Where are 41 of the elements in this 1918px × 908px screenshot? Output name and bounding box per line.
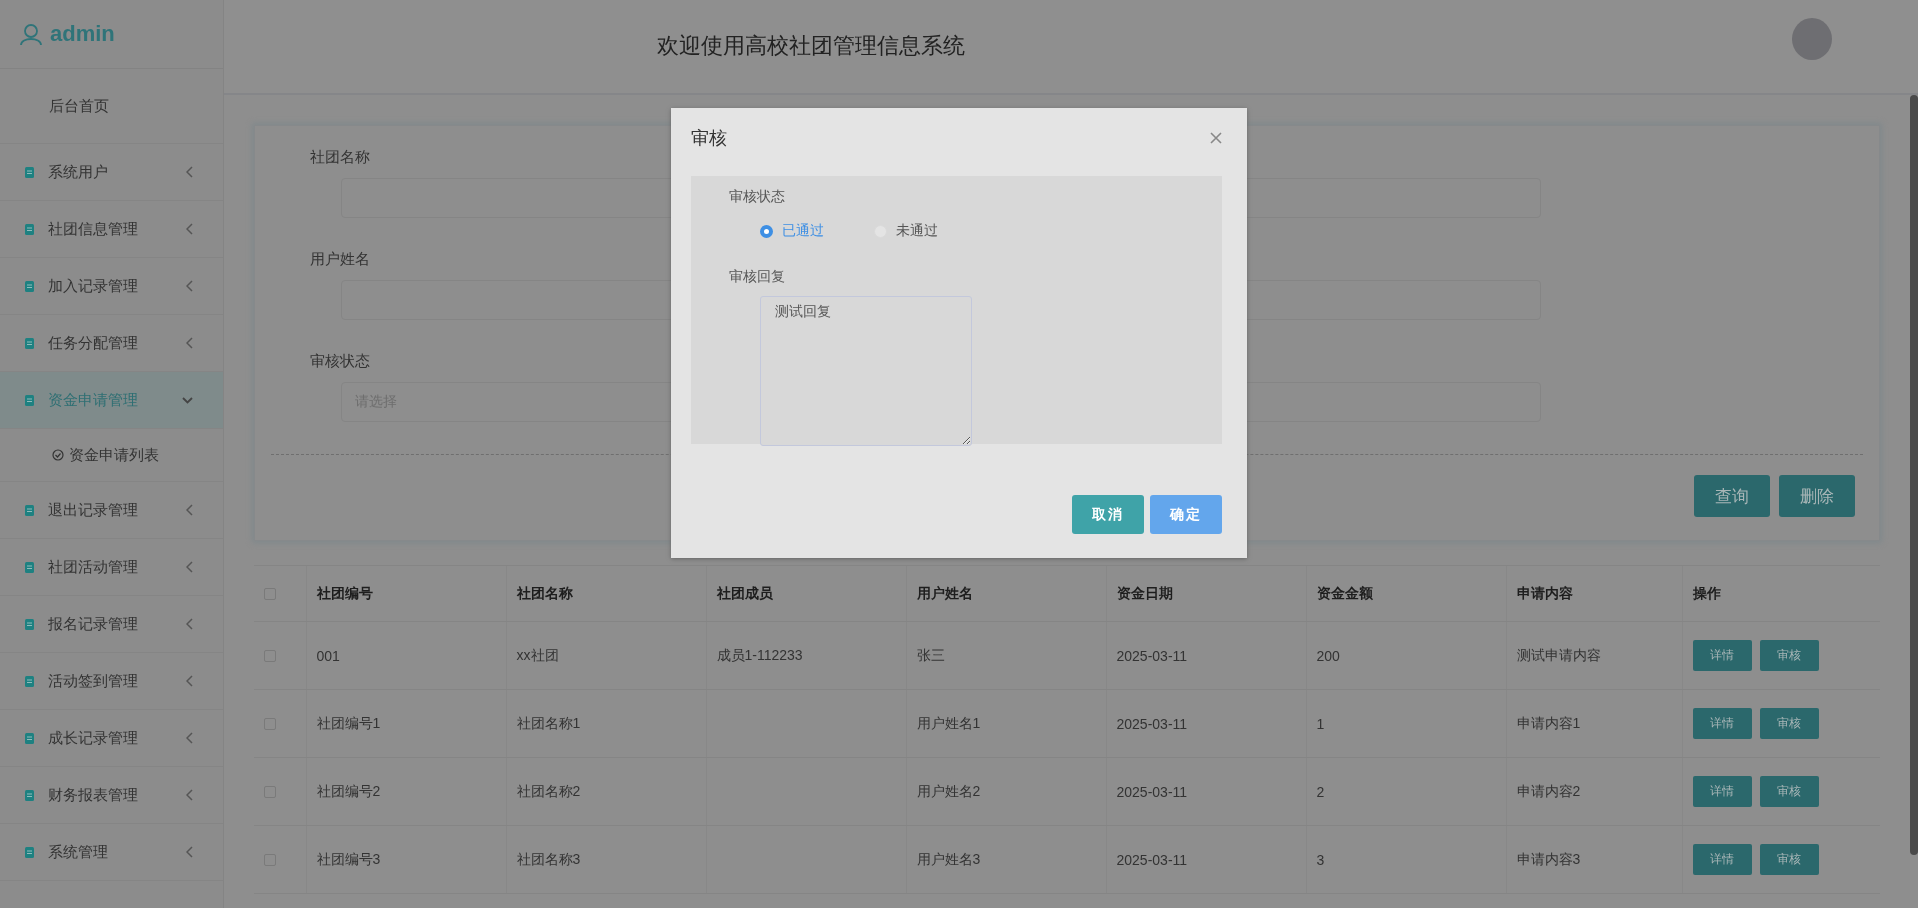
field-label: 审核状态 bbox=[310, 352, 371, 371]
column-header: 社团名称 bbox=[506, 565, 706, 622]
column-header: 操作 bbox=[1682, 565, 1880, 622]
table-cell: 2025-03-11 bbox=[1106, 757, 1306, 826]
table-cell: 成员1-112233 bbox=[706, 621, 906, 690]
table-cell: 2025-03-11 bbox=[1106, 621, 1306, 690]
table-cell: 2 bbox=[1306, 757, 1506, 826]
table-cell: 用户姓名2 bbox=[906, 757, 1106, 826]
table-cell: 用户姓名1 bbox=[906, 689, 1106, 758]
field-label: 社团名称 bbox=[310, 148, 371, 167]
table-cell: 3 bbox=[1306, 825, 1506, 894]
table-cell: 社团名称1 bbox=[506, 689, 706, 758]
field-label: 审核状态 bbox=[729, 188, 786, 206]
table-cell: 社团编号3 bbox=[306, 825, 506, 894]
table-cell: 申请内容2 bbox=[1506, 757, 1682, 826]
table-cell: 200 bbox=[1306, 621, 1506, 690]
table-cell: 社团名称3 bbox=[506, 825, 706, 894]
table-cell: 社团名称2 bbox=[506, 757, 706, 826]
table-cell: 社团编号1 bbox=[306, 689, 506, 758]
column-header: 资金日期 bbox=[1106, 565, 1306, 622]
table-cell: 001 bbox=[306, 621, 506, 690]
dialog-title: 审核 bbox=[691, 127, 727, 150]
page-title: 欢迎使用高校社团管理信息系统 bbox=[657, 31, 965, 60]
column-header: 用户姓名 bbox=[906, 565, 1106, 622]
column-header: 资金金额 bbox=[1306, 565, 1506, 622]
table-cell: 2025-03-11 bbox=[1106, 825, 1306, 894]
table-cell: 1 bbox=[1306, 689, 1506, 758]
column-header: 社团编号 bbox=[306, 565, 506, 622]
table-cell: xx社团 bbox=[506, 621, 706, 690]
table-cell: 申请内容3 bbox=[1506, 825, 1682, 894]
table-cell: 张三 bbox=[906, 621, 1106, 690]
user-name: admin bbox=[50, 21, 115, 47]
column-header: 申请内容 bbox=[1506, 565, 1682, 622]
table-cell: 社团编号2 bbox=[306, 757, 506, 826]
field-label: 审核回复 bbox=[729, 268, 786, 286]
column-header: 社团成员 bbox=[706, 565, 906, 622]
table-cell: 测试申请内容 bbox=[1506, 621, 1682, 690]
table-cell: 2025-03-11 bbox=[1106, 689, 1306, 758]
table-cell: 用户姓名3 bbox=[906, 825, 1106, 894]
field-label: 用户姓名 bbox=[310, 250, 371, 269]
table-cell: 申请内容1 bbox=[1506, 689, 1682, 758]
